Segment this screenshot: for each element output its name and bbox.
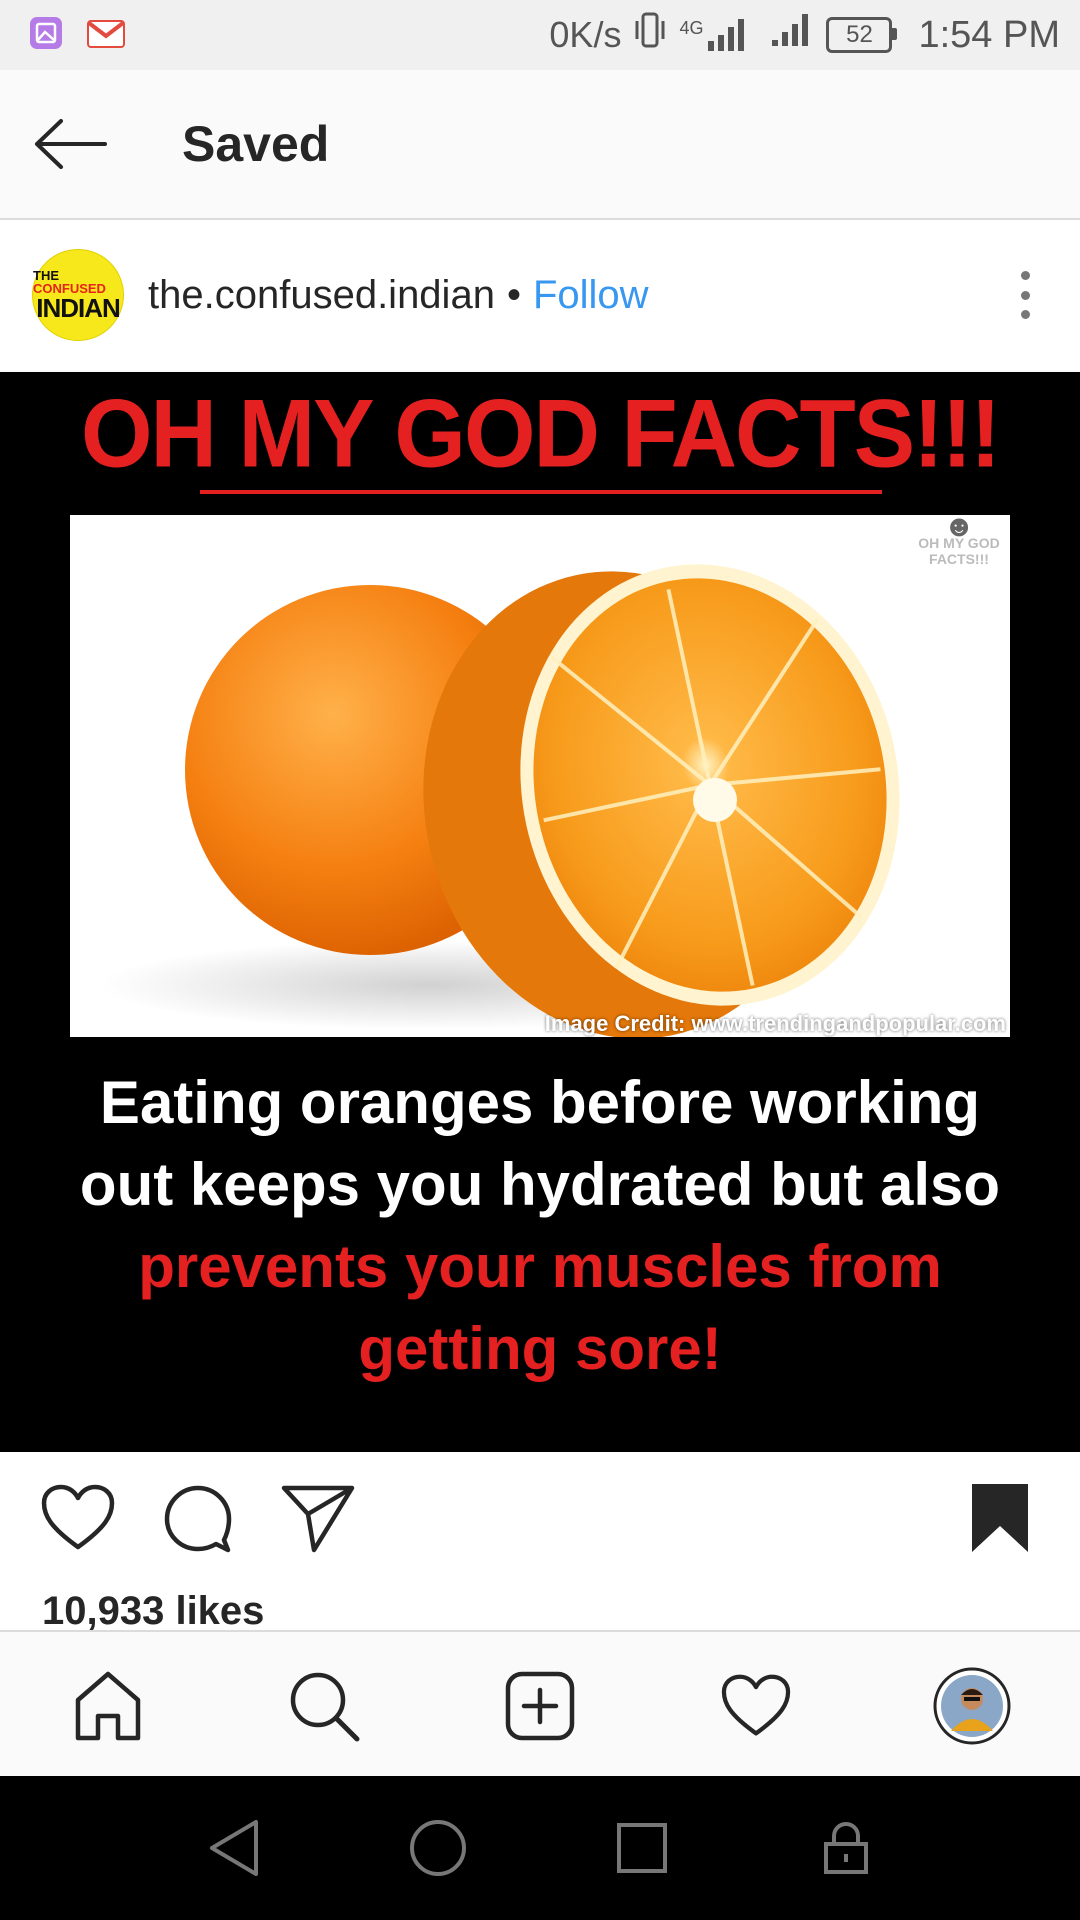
status-bar: 0K/s 4G 52 1:54 PM <box>0 0 1080 70</box>
post-image[interactable]: OH MY GOD FACTS!!! ☻ OH MY GOD FACTS!!! … <box>0 372 1080 1452</box>
lock-icon <box>824 1822 868 1874</box>
banner-underline <box>200 490 882 494</box>
add-post-icon <box>505 1671 575 1741</box>
image-banner-title: OH MY GOD FACTS!!! <box>80 380 1001 488</box>
post-author-avatar[interactable]: THE CONFUSED INDIAN <box>32 249 124 341</box>
caption-line-2: out keeps you hydrated but also <box>79 1151 1001 1218</box>
search-icon <box>290 1672 360 1742</box>
back-arrow-icon <box>35 119 107 169</box>
battery-indicator: 52 <box>826 17 898 53</box>
clock: 1:54 PM <box>918 13 1060 56</box>
separator-dot: • <box>506 272 521 317</box>
gmail-notification-icon <box>86 17 126 54</box>
share-button[interactable] <box>278 1478 358 1558</box>
avatar-text-main: INDIAN <box>36 293 121 323</box>
caption-line-4: getting sore! <box>358 1315 722 1382</box>
nav-profile[interactable] <box>930 1664 1014 1748</box>
system-back-button[interactable] <box>204 1818 264 1878</box>
vibrate-icon <box>633 11 667 59</box>
system-lock-button[interactable] <box>816 1818 876 1878</box>
mobile-signal-icon: 4G <box>679 17 746 53</box>
comment-button[interactable] <box>158 1478 238 1558</box>
back-button[interactable] <box>26 99 116 189</box>
post-header: THE CONFUSED INDIAN the.confused.indian … <box>0 220 1080 370</box>
bookmark-filled-icon <box>972 1484 1028 1552</box>
image-caption: Eating oranges before working out keeps … <box>30 1062 1050 1390</box>
nav-activity[interactable] <box>714 1664 798 1748</box>
watermark-line-2: FACTS!!! <box>929 551 989 567</box>
more-vertical-icon <box>1020 271 1030 280</box>
nav-search[interactable] <box>282 1664 366 1748</box>
follow-button[interactable]: Follow <box>533 273 649 318</box>
image-watermark: ☻ OH MY GOD FACTS!!! <box>914 515 1004 567</box>
image-credit: Image Credit: www.trendingandpopular.com <box>544 1011 1006 1036</box>
back-triangle-icon <box>210 1820 258 1876</box>
post-username[interactable]: the.confused.indian <box>148 273 495 318</box>
nav-new-post[interactable] <box>498 1664 582 1748</box>
battery-level: 52 <box>846 21 873 48</box>
caption-line-1: Eating oranges before working <box>99 1069 981 1136</box>
profile-avatar <box>933 1667 1011 1745</box>
caption-line-3: prevents your muscles from <box>138 1233 942 1300</box>
app-header: Saved <box>0 70 1080 220</box>
like-button[interactable] <box>38 1478 118 1558</box>
likes-count[interactable]: 10,933 likes <box>42 1589 264 1634</box>
system-home-button[interactable] <box>408 1818 468 1878</box>
watermark-logo-icon: ☻ <box>943 515 975 543</box>
bottom-navigation <box>0 1630 1080 1778</box>
watermark-line-1: OH MY GOD <box>918 535 1000 551</box>
nav-home[interactable] <box>66 1664 150 1748</box>
system-recents-button[interactable] <box>612 1818 672 1878</box>
send-icon <box>281 1485 355 1553</box>
gallery-notification-icon <box>28 15 64 56</box>
orange-photo: ☻ OH MY GOD FACTS!!! Image Credit: www.t… <box>70 515 1010 1037</box>
net-speed: 0K/s <box>549 14 622 55</box>
page-title: Saved <box>182 116 330 172</box>
home-circle-icon <box>410 1820 466 1876</box>
activity-heart-icon <box>721 1674 791 1736</box>
network-type: 4G <box>679 18 704 38</box>
orange-illustration <box>100 564 900 1037</box>
system-navigation-bar <box>0 1776 1080 1920</box>
more-options-button[interactable] <box>1010 265 1040 325</box>
saved-bookmark-button[interactable] <box>960 1478 1040 1558</box>
comment-icon <box>164 1485 232 1553</box>
signal-icon <box>770 12 814 58</box>
home-icon <box>75 1671 141 1741</box>
post-actions: 10,933 likes <box>0 1452 1080 1634</box>
heart-icon <box>41 1484 115 1550</box>
recents-square-icon <box>617 1823 667 1873</box>
